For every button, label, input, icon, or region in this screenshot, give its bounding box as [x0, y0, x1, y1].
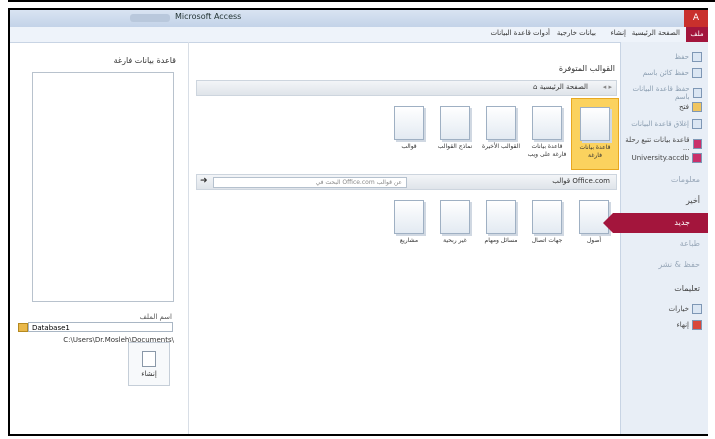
templates-area: القوالب المتوفرة ◂ ▸ ⌂ الصفحة الرئيسية ق… [188, 42, 623, 434]
pen-icon [440, 200, 470, 234]
sidebar-item-exit[interactable]: إنهاء [676, 320, 702, 330]
sidebar-item-label: حفظ كائن باسم [642, 69, 689, 77]
sidebar-item-options[interactable]: خيارات [668, 304, 702, 314]
sidebar-item-label: University.accdb [631, 154, 689, 162]
top-border [8, 0, 715, 5]
quick-access-toolbar[interactable] [130, 14, 170, 22]
document-icon [142, 351, 156, 367]
sidebar-item-label: فتح [679, 103, 689, 111]
search-go-button[interactable]: ➜ [200, 177, 208, 186]
home-label: الصفحة الرئيسية [539, 83, 588, 91]
person-icon [394, 106, 424, 140]
sidebar-item-open[interactable]: فتح [679, 102, 702, 112]
folder-icon[interactable] [18, 323, 28, 332]
exit-icon [692, 320, 702, 330]
template-blank-database[interactable]: قاعدة بيانات فارغة [571, 98, 619, 170]
office-template-issues[interactable]: مسائل ومهام [478, 192, 524, 262]
file-name-input[interactable]: Database1 [28, 322, 173, 332]
template-my-templates[interactable]: قوالب [386, 98, 432, 168]
office-search-input[interactable]: البحث في Office.com عن قوالب [213, 177, 407, 188]
close-window-button[interactable]: A [684, 10, 708, 27]
sidebar-item-info[interactable]: معلومات [671, 175, 700, 184]
database-icon [692, 139, 702, 149]
sidebar-recent-file-2[interactable]: University.accdb [632, 153, 702, 163]
sidebar-item-save[interactable]: حفظ [674, 52, 702, 62]
template-label: غير ربحية [443, 237, 467, 244]
sidebar-item-label: خيارات [668, 305, 690, 313]
open-folder-icon [692, 102, 702, 112]
sidebar-item-label: حفظ قاعدة البيانات باسم [632, 85, 690, 101]
create-button[interactable]: إنشاء [128, 342, 170, 386]
database-icon [692, 153, 702, 163]
sidebar-item-new[interactable]: جديد [603, 213, 708, 233]
database-preview [32, 72, 174, 302]
sample-templates-icon [440, 106, 470, 140]
sidebar-item-help[interactable]: تعليمات [674, 284, 700, 293]
blank-database-icon [580, 107, 610, 141]
sidebar-recent-file-1[interactable]: قاعدة بيانات تتبع رحلة ... [621, 136, 702, 152]
sidebar-item-save-object-as[interactable]: حفظ كائن باسم [643, 68, 702, 78]
template-label: نماذج القوالب [437, 143, 473, 150]
ribbon-tabs: ملف الصفحة الرئيسية إنشاء بيانات خارجية … [10, 27, 708, 43]
template-label: مشاريع [399, 237, 419, 244]
tab-database-tools[interactable]: أدوات قاعدة البيانات [490, 29, 550, 37]
tab-home[interactable]: الصفحة الرئيسية [632, 29, 680, 37]
template-label: قوالب [401, 143, 417, 150]
clock-icon [486, 106, 516, 140]
template-label: أصول [586, 237, 602, 244]
sidebar-item-label: إغلاق قاعدة البيانات [631, 120, 689, 128]
calendar-icon [394, 200, 424, 234]
sidebar-item-close-database[interactable]: إغلاق قاعدة البيانات [631, 119, 702, 129]
template-label: قاعدة بيانات فارغة على ويب [527, 143, 567, 158]
sidebar-item-label: إنهاء [676, 321, 689, 329]
template-label: القوالب الأخيرة [482, 143, 520, 150]
template-label: جهات اتصال [531, 237, 563, 244]
nav-arrows[interactable]: ◂ ▸ [603, 83, 612, 91]
tab-create[interactable]: إنشاء [610, 29, 626, 37]
template-blank-web-database[interactable]: قاعدة بيانات فارغة على ويب [524, 98, 570, 168]
create-label: إنشاء [141, 370, 157, 378]
save-object-as-icon [692, 68, 702, 78]
clipboard-icon [486, 200, 516, 234]
options-icon [692, 304, 702, 314]
panel-title: قاعدة بيانات فارغة [113, 56, 176, 65]
tab-external-data[interactable]: بيانات خارجية [557, 29, 596, 37]
title-bar: Microsoft Access A [10, 10, 708, 27]
templates-nav-bar: ◂ ▸ ⌂ الصفحة الرئيسية [196, 80, 617, 96]
backstage-sidebar: حفظ حفظ كائن باسم حفظ قاعدة البيانات باس… [603, 42, 708, 434]
tab-file[interactable]: ملف [686, 27, 708, 42]
blank-database-panel: قاعدة بيانات فارغة اسم الملف Database1 C… [10, 42, 189, 434]
save-database-as-icon [692, 88, 702, 98]
home-nav-link[interactable]: ⌂ الصفحة الرئيسية [533, 83, 588, 91]
window-title: Microsoft Access [175, 12, 242, 21]
web-database-icon [532, 106, 562, 140]
sidebar-item-save-database-as[interactable]: حفظ قاعدة البيانات باسم [621, 85, 702, 101]
office-template-projects[interactable]: مشاريع [386, 192, 432, 262]
contact-card-icon [532, 200, 562, 234]
sidebar-item-save-publish[interactable]: حفظ & نشر [658, 260, 700, 269]
sidebar-item-print[interactable]: طباعة [680, 239, 700, 248]
sidebar-item-label: حفظ [674, 53, 689, 61]
template-samples[interactable]: نماذج القوالب [432, 98, 478, 168]
template-label: قاعدة بيانات فارغة [579, 144, 611, 159]
office-template-nonprofit[interactable]: غير ربحية [432, 192, 478, 262]
office-templates-label: قوالب Office.com [552, 177, 610, 185]
sidebar-item-label: قاعدة بيانات تتبع رحلة ... [625, 136, 690, 152]
save-icon [692, 52, 702, 62]
template-recent[interactable]: القوالب الأخيرة [478, 98, 524, 168]
template-label: مسائل ومهام [484, 237, 518, 244]
file-name-label: اسم الملف [139, 313, 172, 321]
sidebar-item-recent[interactable]: أخير [686, 196, 700, 205]
access-window: Microsoft Access A ملف الصفحة الرئيسية إ… [8, 8, 708, 436]
close-database-icon [692, 119, 702, 129]
available-templates-title: القوالب المتوفرة [558, 64, 615, 73]
office-template-contacts[interactable]: جهات اتصال [524, 192, 570, 262]
